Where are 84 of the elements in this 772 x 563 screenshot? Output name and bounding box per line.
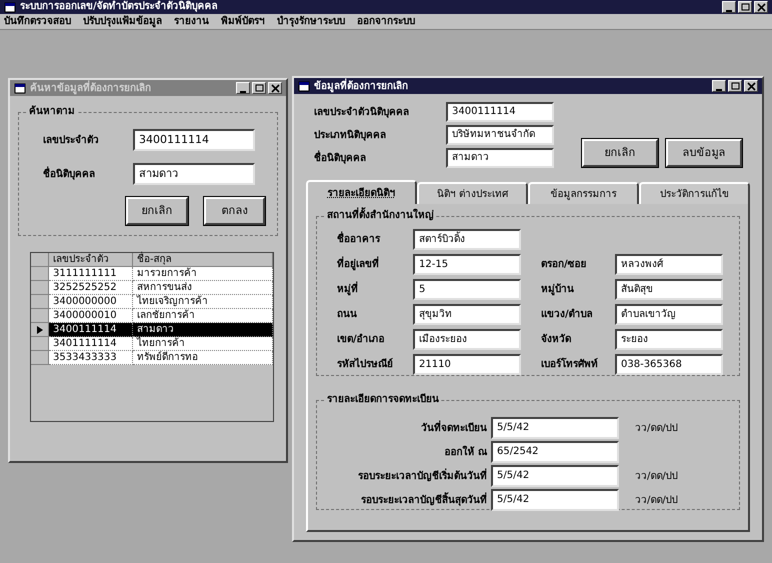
text-field[interactable]: 5/5/42	[491, 489, 619, 511]
dialog-button[interactable]: ตกลง	[204, 197, 265, 225]
date-format-hint: วว/ดด/ปป	[635, 470, 678, 484]
table-row[interactable]: 3401111114 ไทยการค้า	[31, 337, 273, 351]
table-row[interactable]: 3400000010 เลกชัยการค้า	[31, 309, 273, 323]
text-field[interactable]: 5	[413, 279, 521, 300]
maximize-icon[interactable]	[738, 1, 752, 13]
field-label: ออกให้ ณ	[444, 444, 488, 460]
close-icon[interactable]	[268, 82, 282, 94]
window-title: ค้นหาข้อมูลที่ต้องการยกเลิก	[30, 80, 152, 96]
field-label: เลขประจำตัวนิติบุคคล	[313, 106, 410, 120]
text-field[interactable]: เมืองระยอง	[413, 329, 521, 350]
text-field[interactable]: หลวงพงศ์	[615, 254, 723, 275]
window-icon	[4, 2, 16, 12]
minimize-icon[interactable]	[722, 1, 736, 13]
text-field[interactable]: สามดาว	[133, 163, 255, 185]
window-icon	[298, 80, 310, 92]
text-field[interactable]: บริษัทมหาชนจำกัด	[446, 125, 554, 145]
field-label: หมู่บ้าน	[541, 282, 575, 297]
text-field[interactable]: 5/5/42	[491, 417, 619, 439]
date-format-hint: วว/ดด/ปป	[635, 422, 678, 436]
dialog-button[interactable]: ยกเลิก	[126, 197, 188, 225]
date-format-hint: วว/ดด/ปป	[635, 494, 678, 508]
tab[interactable]: นิติฯ ต่างประเทศ	[417, 182, 528, 204]
field-label: ตรอก/ซอย	[541, 258, 588, 272]
close-icon[interactable]	[744, 80, 758, 92]
group-title: สถานที่ตั้งสำนักงานใหญ่	[325, 209, 436, 223]
text-field[interactable]: 21110	[413, 354, 521, 375]
dialog-button[interactable]: ลบข้อมูล	[666, 139, 742, 167]
field-label: ชื่ออาคาร	[337, 232, 413, 247]
menu-item[interactable]: บันทึกตรวจสอบ	[4, 14, 71, 28]
text-field[interactable]: 3400111114	[446, 102, 554, 122]
table-row[interactable]: 3400111114 สามดาว	[31, 323, 273, 337]
text-field[interactable]: สุขุมวิท	[413, 304, 521, 325]
maximize-icon[interactable]	[728, 80, 742, 92]
table-cell: ทรัพย์ดีการทอ	[133, 351, 273, 365]
table-row[interactable]: 3400000000 ไทยเจริญการค้า	[31, 295, 273, 309]
minimize-icon[interactable]	[236, 82, 250, 94]
tab[interactable]: ประวัติการแก้ไข	[639, 182, 750, 204]
text-field[interactable]: 65/2542	[491, 441, 619, 463]
field-label: เบอร์โทรศัพท์	[541, 357, 599, 372]
text-field[interactable]: สตาร์บิวดิ้ง	[413, 229, 521, 250]
field-label: ที่อยู่เลขที่	[337, 257, 413, 272]
menu-item[interactable]: ปรับปรุงแฟ้มข้อมูล	[83, 14, 162, 28]
window-icon	[14, 82, 26, 94]
row-pointer-icon	[36, 326, 42, 334]
table-row[interactable]: 3252525252 สหการขนส่ง	[31, 281, 273, 295]
window-title: ข้อมูลที่ต้องการยกเลิก	[314, 78, 409, 94]
text-field[interactable]: 5/5/42	[491, 465, 619, 487]
text-field[interactable]: ระยอง	[615, 329, 723, 350]
field-label: รหัสไปรษณีย์	[337, 357, 394, 372]
table-row[interactable]: 3533433333 ทรัพย์ดีการทอ	[31, 351, 273, 365]
table-cell: 3533433333	[49, 351, 133, 365]
menu-item[interactable]: บำรุงรักษาระบบ	[277, 14, 345, 28]
row-selector[interactable]	[31, 323, 49, 337]
minimize-icon[interactable]	[712, 80, 726, 92]
text-field[interactable]: ตำบลเขาวัญ	[615, 304, 723, 325]
text-field[interactable]: สันติสุข	[615, 279, 723, 300]
field-label: รอบระยะเวลาบัญชีเริ่มต้นวันที่	[357, 468, 488, 484]
field-label: ชื่อนิติบุคคล	[313, 150, 367, 166]
field-label: เขต/อำเภอ	[337, 332, 386, 347]
text-field[interactable]: 038-365368	[615, 354, 723, 375]
window-title: ระบบการออกเลข/จัดทำบัตรประจำตัวนิติบุคคล	[20, 0, 219, 14]
field-label: แขวง/ตำบล	[541, 308, 594, 322]
field-label: วันที่จดทะเบียน	[420, 420, 488, 436]
text-field[interactable]: สามดาว	[446, 148, 554, 168]
table-row[interactable]: 3111111111 มารวยการค้า	[31, 267, 273, 281]
field-label: จังหวัด	[541, 332, 572, 347]
tab[interactable]: รายละเอียดนิติฯ	[306, 180, 417, 204]
menu-item[interactable]: ออกจากระบบ	[357, 14, 415, 28]
text-field[interactable]: 3400111114	[133, 129, 255, 151]
menu-item[interactable]: รายงาน	[174, 14, 209, 28]
field-label: รอบระยะเวลาบัญชีสิ้นสุดวันที่	[329, 492, 491, 508]
field-label: หมู่ที่	[337, 282, 413, 297]
maximize-icon[interactable]	[252, 82, 266, 94]
menu-item[interactable]: พิมพ์บัตรฯ	[221, 14, 265, 28]
dialog-button[interactable]: ยกเลิก	[582, 139, 658, 167]
text-field[interactable]: 12-15	[413, 254, 521, 275]
close-icon[interactable]	[754, 1, 768, 13]
tab[interactable]: ข้อมูลกรรมการ	[528, 182, 639, 204]
field-label: เลขประจำตัว	[42, 134, 100, 148]
field-label: ถนน	[337, 308, 358, 322]
field-label: ชื่อนิติบุคคล	[42, 166, 96, 182]
field-label: ประเภทนิติบุคคล	[313, 128, 387, 142]
